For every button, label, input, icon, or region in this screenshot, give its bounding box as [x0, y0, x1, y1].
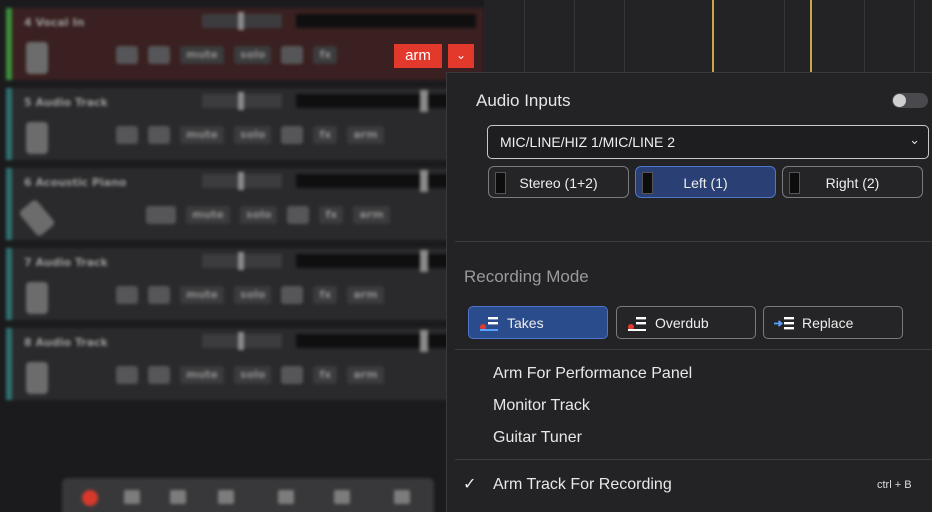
mute-button[interactable]: mute — [180, 126, 225, 144]
audio-inputs-title: Audio Inputs — [476, 91, 571, 110]
speaker-icon[interactable] — [148, 286, 170, 304]
channel-label: Left (1) — [683, 175, 728, 191]
automation-icon[interactable] — [281, 46, 304, 64]
volume-fader[interactable] — [202, 92, 282, 110]
mute-button[interactable]: mute — [180, 46, 225, 64]
automation-icon[interactable] — [281, 126, 304, 144]
automation-icon[interactable] — [281, 286, 304, 304]
solo-button[interactable]: solo — [234, 126, 272, 144]
track-row[interactable]: 7 Audio Track mute solo fx arm — [6, 248, 484, 324]
volume-fader[interactable] — [202, 12, 282, 30]
arm-button[interactable]: arm — [347, 126, 384, 144]
menu-item-arm-track-for-recording[interactable]: Arm Track For Recording — [493, 476, 672, 494]
fx-button[interactable]: fx — [313, 46, 338, 64]
mode-overdub-button[interactable]: Overdub — [616, 306, 756, 339]
rewind-icon[interactable] — [218, 490, 234, 504]
fx-button[interactable]: fx — [313, 126, 338, 144]
arm-options-popup: Audio Inputs MIC/LINE/HIZ 1/MIC/LINE 2 ⌄… — [446, 72, 932, 512]
mode-label: Overdub — [655, 315, 709, 331]
speaker-icon[interactable] — [148, 366, 170, 384]
divider — [455, 241, 932, 242]
chevron-down-icon: ⌄ — [909, 132, 920, 147]
track-name: 7 Audio Track — [24, 256, 108, 269]
input-device-icon — [26, 122, 48, 154]
track-row[interactable]: 6 Acoustic Piano mute solo fx arm — [6, 168, 484, 244]
audio-inputs-toggle[interactable] — [892, 93, 928, 108]
play-icon[interactable] — [278, 490, 294, 504]
divider — [455, 349, 932, 350]
input-device-icon — [26, 282, 48, 314]
arm-options-dropdown[interactable]: ⌄ — [448, 44, 474, 68]
track-row[interactable]: 5 Audio Track mute solo fx arm — [6, 88, 484, 164]
solo-button[interactable]: solo — [234, 46, 272, 64]
keyboard-shortcut: ctrl + B — [877, 479, 912, 491]
menu-item-monitor-track[interactable]: Monitor Track — [493, 397, 590, 415]
mute-button[interactable]: mute — [180, 366, 225, 384]
record-icon[interactable] — [82, 490, 98, 506]
arm-button-active[interactable]: arm — [394, 44, 442, 68]
arm-button[interactable]: arm — [353, 206, 390, 224]
pencil-icon[interactable] — [116, 46, 138, 64]
audio-input-value: MIC/LINE/HIZ 1/MIC/LINE 2 — [500, 134, 676, 150]
overdub-icon — [628, 317, 646, 331]
fx-button[interactable]: fx — [313, 366, 338, 384]
channel-left-button[interactable]: Left (1) — [635, 166, 776, 198]
fast-forward-icon[interactable] — [334, 490, 350, 504]
checkmark-icon: ✓ — [463, 476, 477, 493]
track-name: 4 Vocal In — [24, 16, 85, 29]
input-device-icon — [26, 42, 48, 74]
speaker-icon[interactable] — [148, 126, 170, 144]
channel-label: Right (2) — [825, 175, 880, 191]
track-row[interactable]: 8 Audio Track mute solo fx arm — [6, 328, 484, 404]
fx-button[interactable]: fx — [319, 206, 344, 224]
fx-button[interactable]: fx — [313, 286, 338, 304]
channel-right-button[interactable]: Right (2) — [782, 166, 923, 198]
metronome-icon[interactable] — [124, 490, 140, 504]
menu-item-arm-performance-panel[interactable]: Arm For Performance Panel — [493, 365, 692, 383]
menu-item-guitar-tuner[interactable]: Guitar Tuner — [493, 429, 582, 447]
takes-icon — [480, 317, 498, 331]
mode-takes-button[interactable]: Takes — [468, 306, 608, 339]
channel-label: Stereo (1+2) — [519, 175, 598, 191]
transport-bar — [62, 478, 434, 512]
volume-fader[interactable] — [202, 332, 282, 350]
skip-forward-icon[interactable] — [394, 490, 410, 504]
pencil-icon[interactable] — [116, 286, 138, 304]
track-name: 8 Audio Track — [24, 336, 108, 349]
mode-label: Takes — [507, 315, 544, 331]
replace-icon — [774, 317, 794, 330]
arm-button[interactable]: arm — [347, 286, 384, 304]
skip-back-icon[interactable] — [170, 490, 186, 504]
audio-input-select[interactable]: MIC/LINE/HIZ 1/MIC/LINE 2 ⌄ — [487, 125, 929, 159]
volume-fader[interactable] — [202, 252, 282, 270]
timeline-area — [484, 0, 932, 80]
pencil-icon[interactable] — [116, 126, 138, 144]
recording-mode-title: Recording Mode — [464, 267, 589, 286]
track-name: 6 Acoustic Piano — [24, 176, 127, 189]
keyboard-icon[interactable] — [146, 206, 176, 224]
volume-fader[interactable] — [202, 172, 282, 190]
solo-button[interactable]: solo — [240, 206, 278, 224]
mode-replace-button[interactable]: Replace — [763, 306, 903, 339]
divider — [455, 459, 932, 460]
instrument-icon — [18, 198, 56, 238]
solo-button[interactable]: solo — [234, 286, 272, 304]
chevron-down-icon: ⌄ — [455, 48, 467, 62]
speaker-icon[interactable] — [148, 46, 170, 64]
mute-button[interactable]: mute — [186, 206, 231, 224]
mode-label: Replace — [802, 315, 854, 331]
level-meter — [296, 14, 476, 28]
arm-button[interactable]: arm — [347, 366, 384, 384]
solo-button[interactable]: solo — [234, 366, 272, 384]
automation-icon[interactable] — [287, 206, 310, 224]
track-name: 5 Audio Track — [24, 96, 108, 109]
pencil-icon[interactable] — [116, 366, 138, 384]
input-device-icon — [26, 362, 48, 394]
mute-button[interactable]: mute — [180, 286, 225, 304]
channel-stereo-button[interactable]: Stereo (1+2) — [488, 166, 629, 198]
automation-icon[interactable] — [281, 366, 304, 384]
